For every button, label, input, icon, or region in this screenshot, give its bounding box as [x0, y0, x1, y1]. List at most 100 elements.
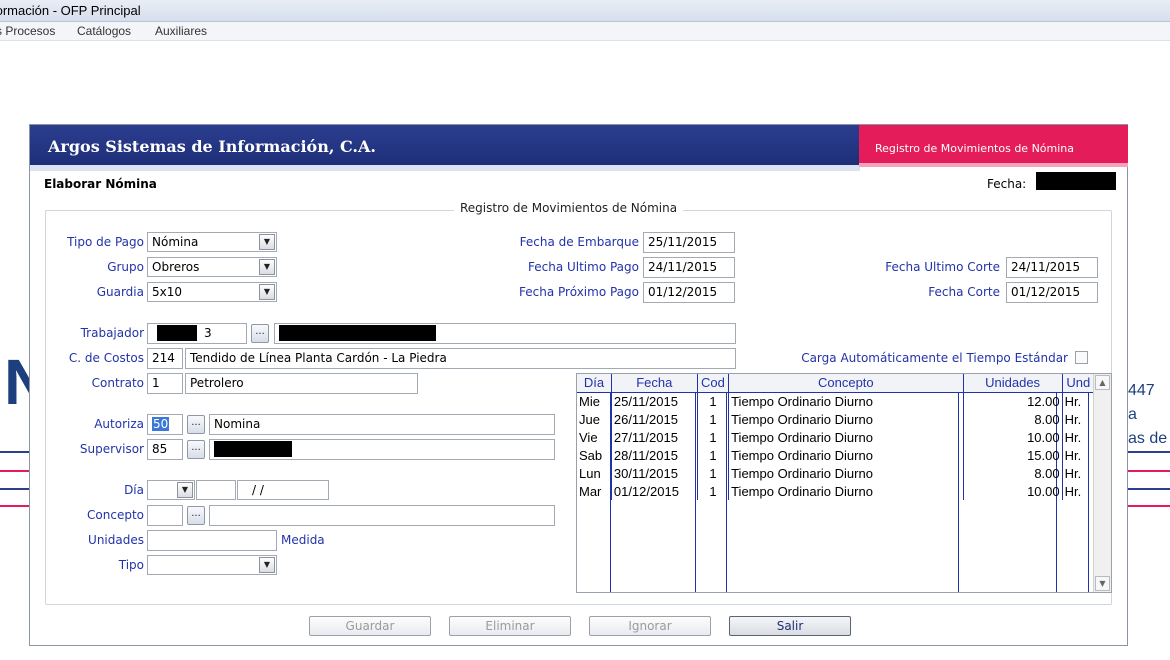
carga-automatica-checkbox[interactable] — [1075, 351, 1088, 364]
tipo-pago-select[interactable]: Nómina ▼ — [147, 232, 277, 252]
cell-und: Hr. — [1062, 446, 1096, 464]
grid-header-dia[interactable]: Día — [577, 374, 612, 393]
trabajador-lookup-button[interactable]: ... — [251, 324, 269, 343]
fecha-value-redacted — [1036, 172, 1116, 190]
background-text: a — [1128, 406, 1137, 423]
fecha-ultimo-pago-label: Fecha Ultimo Pago — [527, 260, 639, 274]
fecha-corte-label: Fecha Corte — [928, 285, 1000, 299]
cell-cod: 1 — [697, 410, 730, 428]
fecha-ultimo-corte-field[interactable]: 24/11/2015 — [1006, 257, 1098, 278]
eliminar-button[interactable]: Eliminar — [449, 616, 571, 636]
dia-date-field[interactable]: / / — [237, 480, 329, 500]
grupo-value: Obreros — [152, 260, 200, 274]
cell-concepto: Tiempo Ordinario Diurno — [728, 410, 964, 428]
concepto-code-field[interactable] — [147, 505, 183, 526]
cell-und: Hr. — [1062, 392, 1096, 410]
cell-und: Hr. — [1062, 428, 1096, 446]
table-row[interactable]: Jue 26/11/2015 1 Tiempo Ordinario Diurno… — [577, 410, 1096, 428]
fecha-proximo-pago-label: Fecha Próximo Pago — [519, 285, 639, 299]
table-row[interactable]: Lun 30/11/2015 1 Tiempo Ordinario Diurno… — [577, 464, 1096, 482]
grid-header-fecha[interactable]: Fecha — [611, 374, 698, 393]
background-line — [1128, 505, 1170, 507]
grupo-select[interactable]: Obreros ▼ — [147, 257, 277, 277]
cell-fecha: 28/11/2015 — [611, 446, 698, 464]
concepto-name-field[interactable] — [209, 505, 555, 526]
fecha-ultimo-corte-label: Fecha Ultimo Corte — [885, 260, 1000, 274]
background-text: 447 — [1128, 382, 1155, 399]
trabajador-code-redacted — [157, 325, 197, 341]
supervisor-lookup-button[interactable]: ... — [187, 440, 205, 459]
chevron-down-icon[interactable]: ▼ — [259, 259, 275, 275]
costos-code-field[interactable]: 214 — [147, 348, 183, 369]
window-titlebar: formación - OFP Principal — [0, 0, 1170, 22]
grid-header-und[interactable]: Und — [1062, 374, 1096, 393]
guardia-select[interactable]: 5x10 ▼ — [147, 282, 277, 302]
grupo-label: Grupo — [107, 260, 144, 274]
fecha-embarque-field[interactable]: 25/11/2015 — [643, 232, 735, 253]
menu-catalogos[interactable]: Catálogos — [77, 24, 131, 38]
salir-button[interactable]: Salir — [729, 616, 851, 636]
menu-bar: s Procesos Catálogos Auxiliares — [0, 22, 1170, 41]
fecha-embarque-label: Fecha de Embarque — [519, 235, 639, 249]
guardar-button[interactable]: Guardar — [309, 616, 431, 636]
fecha-proximo-pago-field[interactable]: 01/12/2015 — [643, 282, 735, 303]
cell-fecha: 26/11/2015 — [611, 410, 698, 428]
unidades-field[interactable] — [147, 530, 277, 551]
contrato-code-field[interactable]: 1 — [147, 373, 183, 394]
cell-fecha: 30/11/2015 — [611, 464, 698, 482]
cell-dia: Jue — [577, 410, 612, 428]
chevron-down-icon[interactable]: ▼ — [259, 284, 275, 300]
ignorar-button[interactable]: Ignorar — [589, 616, 711, 636]
cell-cod: 1 — [697, 428, 730, 446]
dia-label: Día — [124, 483, 144, 497]
background-line — [0, 470, 32, 472]
autoriza-label: Autoriza — [94, 417, 144, 431]
cell-fecha: 27/11/2015 — [611, 428, 698, 446]
cell-unidades: 15.00 — [963, 446, 1063, 464]
cell-concepto: Tiempo Ordinario Diurno — [728, 482, 964, 500]
guardia-value: 5x10 — [152, 285, 183, 299]
contrato-name-field[interactable]: Petrolero — [185, 373, 418, 394]
tipo-select[interactable]: ▼ — [147, 555, 277, 575]
autoriza-code-field[interactable]: 50 — [147, 414, 183, 435]
scroll-up-icon[interactable]: ▲ — [1095, 375, 1110, 390]
background-line — [0, 488, 32, 490]
cell-dia: Vie — [577, 428, 612, 446]
grid-header-concepto[interactable]: Concepto — [728, 374, 964, 393]
contrato-label: Contrato — [91, 376, 144, 390]
cell-concepto: Tiempo Ordinario Diurno — [728, 428, 964, 446]
autoriza-lookup-button[interactable]: ... — [187, 415, 205, 434]
grid-header-unidades[interactable]: Unidades — [963, 374, 1063, 393]
cell-concepto: Tiempo Ordinario Diurno — [728, 446, 964, 464]
header-stripe — [30, 165, 860, 171]
supervisor-code-field[interactable]: 85 — [147, 439, 183, 460]
trabajador-label: Trabajador — [80, 326, 144, 340]
costos-name-field[interactable]: Tendido de Línea Planta Cardón - La Pied… — [185, 348, 736, 369]
tipo-label: Tipo — [118, 558, 144, 572]
menu-procesos[interactable]: s Procesos — [0, 24, 55, 38]
dia-name-field[interactable] — [196, 480, 236, 500]
cell-cod: 1 — [697, 482, 730, 500]
cell-unidades: 10.00 — [963, 482, 1063, 500]
grid-header-cod[interactable]: Cod — [697, 374, 730, 393]
scroll-down-icon[interactable]: ▼ — [1095, 576, 1110, 591]
dia-select[interactable]: ▼ — [147, 480, 195, 500]
carga-automatica-label: Carga Automáticamente el Tiempo Estándar — [801, 351, 1068, 365]
table-row[interactable]: Mar 01/12/2015 1 Tiempo Ordinario Diurno… — [577, 482, 1096, 500]
tipo-pago-value: Nómina — [152, 235, 199, 249]
chevron-down-icon[interactable]: ▼ — [259, 557, 275, 573]
cell-unidades: 8.00 — [963, 464, 1063, 482]
fecha-corte-field[interactable]: 01/12/2015 — [1006, 282, 1098, 303]
menu-auxiliares[interactable]: Auxiliares — [155, 24, 207, 38]
table-row[interactable]: Sab 28/11/2015 1 Tiempo Ordinario Diurno… — [577, 446, 1096, 464]
chevron-down-icon[interactable]: ▼ — [259, 234, 275, 250]
section-title: Elaborar Nómina — [44, 177, 157, 191]
chevron-down-icon[interactable]: ▼ — [177, 482, 193, 498]
fecha-ultimo-pago-field[interactable]: 24/11/2015 — [643, 257, 735, 278]
concepto-lookup-button[interactable]: ... — [187, 506, 205, 525]
autoriza-name-field[interactable]: Nomina — [209, 414, 555, 435]
table-row[interactable]: Vie 27/11/2015 1 Tiempo Ordinario Diurno… — [577, 428, 1096, 446]
grid-scrollbar[interactable]: ▲ ▼ — [1093, 374, 1111, 592]
table-row[interactable]: Mie 25/11/2015 1 Tiempo Ordinario Diurno… — [577, 392, 1096, 410]
movimientos-grid[interactable]: Día Fecha Cod Concepto Unidades Und Mie … — [576, 373, 1112, 593]
